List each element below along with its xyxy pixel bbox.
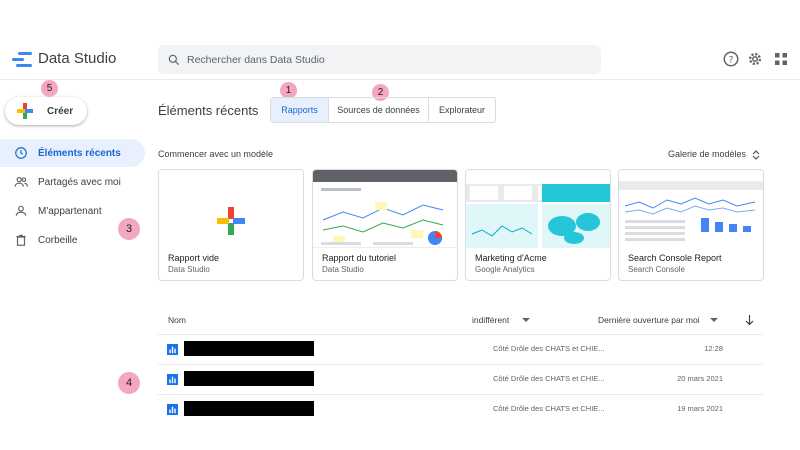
acme-report-thumbnail xyxy=(466,170,610,248)
template-source: Google Analytics xyxy=(475,265,535,274)
app-title: Data Studio xyxy=(38,50,117,67)
template-source: Search Console xyxy=(628,265,685,274)
sort-arrow-down-icon[interactable] xyxy=(745,315,754,325)
column-header-name[interactable]: Nom xyxy=(168,315,186,325)
type-tabs: Rapports Sources de données Explorateur xyxy=(270,97,496,123)
people-icon xyxy=(14,177,28,187)
template-card-search-console[interactable]: Search Console Report Search Console xyxy=(618,169,764,281)
template-name: Rapport vide xyxy=(168,253,220,263)
chevron-down-icon xyxy=(521,318,530,322)
blank-report-thumbnail xyxy=(159,170,303,248)
template-gallery-link[interactable]: Galerie de modèles xyxy=(668,149,760,160)
trash-icon xyxy=(16,234,26,246)
sidebar-item-shared[interactable]: Partagés avec moi xyxy=(0,168,145,196)
gear-icon[interactable] xyxy=(746,50,764,68)
template-card-blank[interactable]: Rapport vide Data Studio xyxy=(158,169,304,281)
create-label: Créer xyxy=(47,105,74,117)
template-source: Data Studio xyxy=(168,265,210,274)
unfold-icon xyxy=(752,149,760,160)
annotation-badge-4: 4 xyxy=(118,372,140,394)
sidebar-item-label: Corbeille xyxy=(38,234,78,246)
report-icon xyxy=(167,404,178,415)
sidebar-item-label: Éléments récents xyxy=(38,147,121,159)
tab-explorer[interactable]: Explorateur xyxy=(429,98,495,122)
tab-data-sources[interactable]: Sources de données xyxy=(329,98,429,122)
template-card-tutorial[interactable]: Rapport du tutoriel Data Studio xyxy=(312,169,458,281)
search-input[interactable] xyxy=(187,53,567,66)
template-source: Data Studio xyxy=(322,265,364,274)
report-icon xyxy=(167,344,178,355)
redacted-report-name xyxy=(184,341,314,356)
tutorial-report-thumbnail xyxy=(313,170,457,248)
row-date: 20 mars 2021 xyxy=(677,374,723,383)
top-bar: Data Studio ? xyxy=(0,0,800,80)
plus-icon xyxy=(17,103,33,119)
date-sort-dropdown[interactable]: Dernière ouverture par moi xyxy=(598,315,718,325)
clock-icon xyxy=(15,147,27,159)
data-studio-logo-icon xyxy=(12,48,34,70)
chevron-down-icon xyxy=(709,318,718,322)
template-name: Rapport du tutoriel xyxy=(322,253,397,263)
templates-heading: Commencer avec un modèle xyxy=(158,149,274,159)
redacted-report-name xyxy=(184,401,314,416)
plus-icon xyxy=(217,207,245,235)
gallery-label: Galerie de modèles xyxy=(668,149,747,159)
tab-reports[interactable]: Rapports xyxy=(271,98,329,122)
owner-filter-dropdown[interactable]: indifférent xyxy=(472,315,530,325)
search-icon xyxy=(168,54,180,65)
help-icon[interactable]: ? xyxy=(722,50,740,68)
row-owner: Côté Drôle des CHATS et CHIE... xyxy=(493,344,605,353)
row-owner: Côté Drôle des CHATS et CHIE... xyxy=(493,374,605,383)
row-date: 12:28 xyxy=(704,344,723,353)
report-icon xyxy=(167,374,178,385)
sidebar-item-recent[interactable]: Éléments récents xyxy=(0,139,145,167)
row-date: 19 mars 2021 xyxy=(677,404,723,413)
sidebar-item-label: M'appartenant xyxy=(38,205,102,217)
page-title: Éléments récents xyxy=(158,103,259,118)
redacted-report-name xyxy=(184,371,314,386)
template-name: Marketing d'Acme xyxy=(475,253,547,263)
table-row[interactable]: Côté Drôle des CHATS et CHIE... 19 mars … xyxy=(158,394,763,423)
owner-filter-label: indifférent xyxy=(472,315,510,325)
annotation-badge-5: 5 xyxy=(41,80,58,97)
search-bar[interactable] xyxy=(158,45,601,74)
create-button[interactable]: Créer xyxy=(5,97,87,125)
date-sort-label: Dernière ouverture par moi xyxy=(598,315,700,325)
annotation-badge-3: 3 xyxy=(118,218,140,240)
template-name: Search Console Report xyxy=(628,253,722,263)
person-icon xyxy=(15,205,27,216)
table-row[interactable]: Côté Drôle des CHATS et CHIE... 20 mars … xyxy=(158,364,763,393)
sidebar-item-label: Partagés avec moi xyxy=(38,176,121,188)
svg-text:?: ? xyxy=(729,55,734,65)
template-card-acme[interactable]: Marketing d'Acme Google Analytics xyxy=(465,169,611,281)
apps-grid-icon[interactable] xyxy=(772,50,790,68)
row-owner: Côté Drôle des CHATS et CHIE... xyxy=(493,404,605,413)
table-row[interactable]: Côté Drôle des CHATS et CHIE... 12:28 xyxy=(158,334,763,363)
search-console-thumbnail xyxy=(619,170,763,248)
